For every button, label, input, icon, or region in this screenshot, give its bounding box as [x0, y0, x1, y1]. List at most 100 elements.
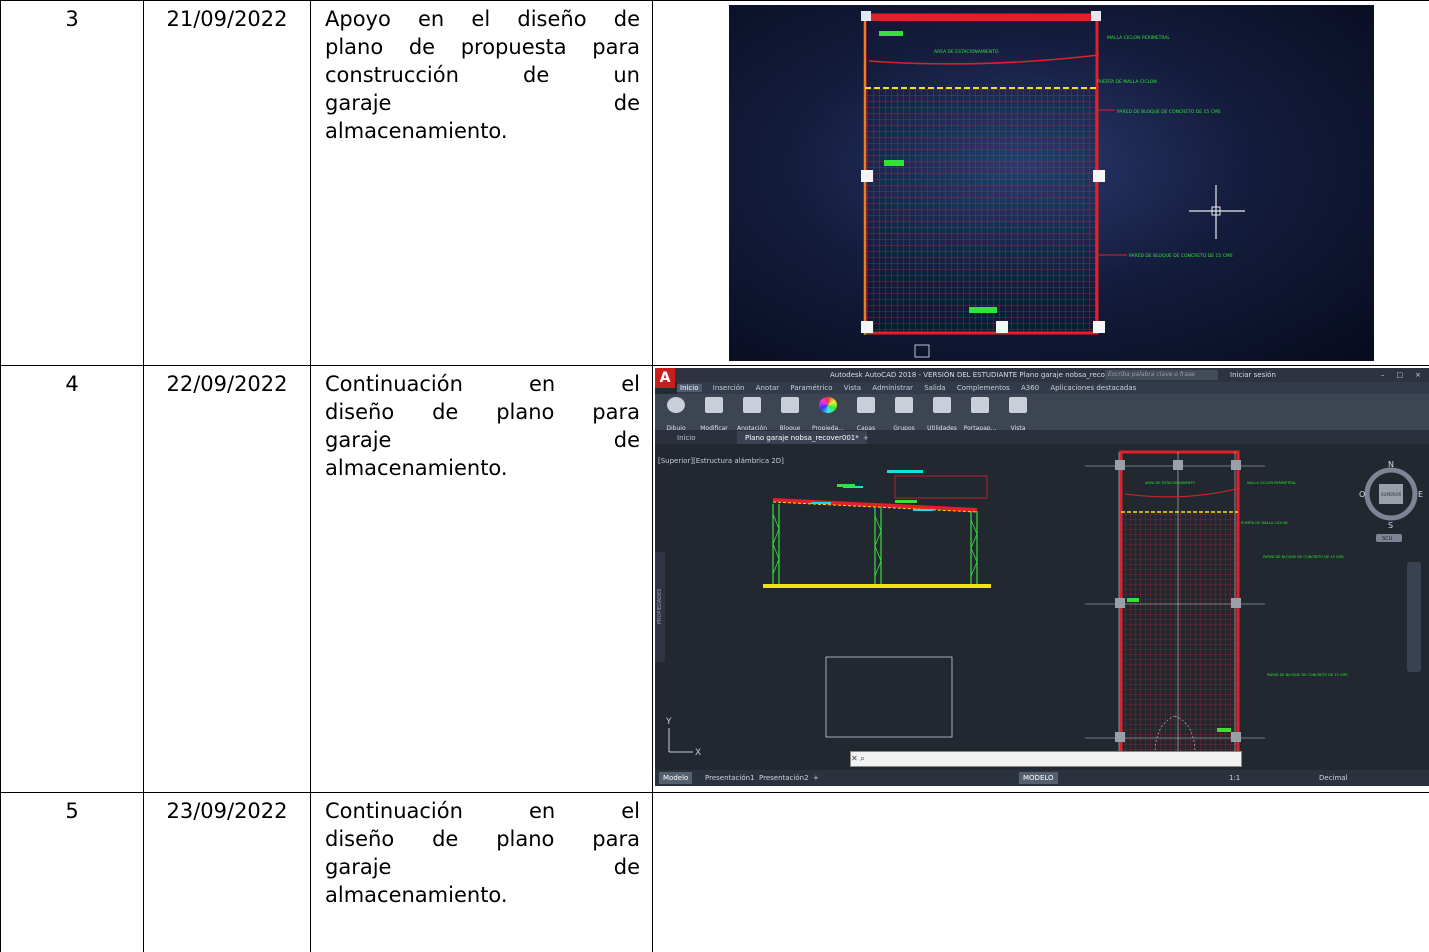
desc-line: diseño de plano para [325, 825, 640, 853]
row-description: Continuación en el diseño de plano para … [311, 793, 653, 952]
status-bar: Modelo Presentación1 Presentación2 + MOD… [655, 770, 1429, 786]
document-tabs: Inicio Plano garaje nobsa_recover001* + [655, 430, 1429, 444]
table-row: 5 23/09/2022 Continuación en el diseño d… [1, 793, 1429, 952]
vista-button[interactable]: Vista [999, 397, 1037, 429]
capas-button[interactable]: Capas [847, 397, 885, 429]
tab-aplicaciones[interactable]: Aplicaciones destacadas [1050, 384, 1136, 392]
propiedades-button[interactable]: Propieda... [809, 397, 847, 429]
desc-line: garaje de [325, 89, 640, 117]
tab-complementos[interactable]: Complementos [957, 384, 1010, 392]
tab-vista[interactable]: Vista [844, 384, 861, 392]
axis-x-label: X [695, 748, 701, 758]
garage-plan-photo-drawing: AREA DE ESTACIONAMIENTO MALLA CICLON PER… [729, 5, 1374, 361]
compass-west[interactable]: O [1359, 490, 1365, 499]
row-number: 3 [1, 1, 144, 366]
tab-presentacion2[interactable]: Presentación2 [755, 772, 813, 784]
add-layout-button[interactable]: + [809, 772, 823, 784]
viewcube-face[interactable]: SUPERIOR [1381, 492, 1402, 497]
modify-icon [705, 397, 723, 413]
view-icon [1009, 397, 1027, 413]
window-controls[interactable]: –□× [1381, 368, 1429, 382]
modificar-button[interactable]: Modificar [695, 397, 733, 429]
plan-label: PARED DE BLOQUE DE CONCRETO DE 15 CMS [1263, 555, 1344, 559]
table-row: 3 21/09/2022 Apoyo en el diseño de plano… [1, 1, 1429, 366]
desc-line: almacenamiento. [325, 454, 640, 482]
plan-photo: AREA DE ESTACIONAMIENTO MALLA CICLON PER… [729, 5, 1374, 361]
autocad-logo-icon[interactable]: A [655, 368, 675, 388]
properties-palette[interactable]: PROPIEDADES [657, 589, 663, 624]
plan-label: AREA DE ESTACIONAMIENTO [1145, 481, 1195, 485]
block-icon [781, 397, 799, 413]
new-tab-button[interactable]: + [855, 431, 877, 444]
plan-label: PUERTA DE MALLA CICLON [1241, 521, 1288, 525]
desc-line: construcción de un [325, 61, 640, 89]
tab-administrar[interactable]: Administrar [872, 384, 913, 392]
row-date: 22/09/2022 [144, 366, 311, 793]
color-wheel-icon [819, 397, 837, 413]
evidence-empty-cell [653, 793, 1429, 952]
window-title: Autodesk AutoCAD 2018 - VERSIÓN DEL ESTU… [830, 368, 1147, 382]
desc-line: almacenamiento. [325, 881, 640, 909]
doc-tab-inicio[interactable]: Inicio [669, 431, 704, 444]
desc-line: garaje de [325, 853, 640, 881]
search-input[interactable]: Escriba palabra clave o frase [1105, 370, 1218, 380]
clipboard-icon [971, 397, 989, 413]
portapapeles-button[interactable]: Portapap... [961, 397, 999, 429]
evidence-screenshot-cell: A Autodesk AutoCAD 2018 - VERSIÓN DEL ES… [653, 366, 1429, 793]
ucs-menu[interactable]: SCU [1382, 536, 1393, 542]
groups-icon [895, 397, 913, 413]
annotation-icon [743, 397, 761, 413]
model-space-toggle[interactable]: MODELO [1019, 772, 1058, 784]
dibujo-button[interactable]: Dibujo [657, 397, 695, 429]
desc-line: Continuación en el [325, 370, 640, 398]
drawing-area[interactable]: [Superior][Estructura alámbrica 2D] [655, 444, 1429, 770]
row-description: Continuación en el diseño de plano para … [311, 366, 653, 793]
plan-label: PARED DE BLOQUE DE CONCRETO DE 15 CMS [1117, 109, 1221, 115]
row-date: 21/09/2022 [144, 1, 311, 366]
plan-label: PUERTA DE MALLA CICLON [1097, 79, 1157, 85]
tab-insercion[interactable]: Inserción [713, 384, 745, 392]
row-number: 5 [1, 793, 144, 952]
autocad-screenshot: A Autodesk AutoCAD 2018 - VERSIÓN DEL ES… [655, 368, 1429, 786]
desc-line: almacenamiento. [325, 117, 640, 145]
desc-line: garaje de [325, 426, 640, 454]
row-description: Apoyo en el diseño de plano de propuesta… [311, 1, 653, 366]
desc-line: Apoyo en el diseño de [325, 5, 640, 33]
tab-anotar[interactable]: Anotar [756, 384, 779, 392]
row-number: 4 [1, 366, 144, 793]
anotacion-button[interactable]: Anotación [733, 397, 771, 429]
compass-north[interactable]: N [1388, 460, 1394, 469]
plan-label: PARED DE BLOQUE DE CONCRETO DE 15 CMS [1129, 253, 1233, 259]
command-close-icon[interactable]: ✕ ⌕ [851, 754, 865, 763]
annotation-scale[interactable]: 1:1 [1225, 772, 1244, 784]
units-select[interactable]: Decimal [1315, 772, 1352, 784]
tab-parametrico[interactable]: Paramétrico [790, 384, 832, 392]
doc-tab-plano[interactable]: Plano garaje nobsa_recover001* [737, 431, 867, 444]
tab-inicio[interactable]: Inicio [677, 384, 702, 392]
tab-modelo[interactable]: Modelo [659, 772, 692, 784]
layers-icon [857, 397, 875, 413]
row-date: 23/09/2022 [144, 793, 311, 952]
command-line[interactable]: ✕ ⌕ [850, 751, 1242, 767]
bloque-button[interactable]: Bloque [771, 397, 809, 429]
plan-label: PARED DE BLOQUE DE CONCRETO DE 15 CMS [1267, 673, 1348, 677]
calculator-icon [933, 397, 951, 413]
plan-label: MALLA CICLON PERIMETRAL [1247, 481, 1296, 485]
desc-line: plano de propuesta para [325, 33, 640, 61]
cad-drawing: AREA DE ESTACIONAMIENTO MALLA CICLON PER… [655, 444, 1429, 770]
grupos-button[interactable]: Grupos [885, 397, 923, 429]
login-button[interactable]: Iniciar sesión [1230, 368, 1276, 382]
tab-salida[interactable]: Salida [924, 384, 945, 392]
axis-y-label: Y [665, 717, 672, 727]
compass-east[interactable]: E [1418, 490, 1423, 499]
tab-presentacion1[interactable]: Presentación1 [701, 772, 759, 784]
evidence-photo-cell: AREA DE ESTACIONAMIENTO MALLA CICLON PER… [653, 1, 1429, 366]
ribbon-panel: Dibujo Modificar Anotación Bloque Propie… [655, 394, 1429, 431]
tab-a360[interactable]: A360 [1021, 384, 1039, 392]
desc-line: diseño de plano para [325, 398, 640, 426]
compass-south[interactable]: S [1388, 521, 1393, 530]
desc-line: Continuación en el [325, 797, 640, 825]
plan-label: MALLA CICLON PERIMETRAL [1107, 35, 1170, 41]
utilidades-button[interactable]: Utilidades [923, 397, 961, 429]
table-row: 4 22/09/2022 Continuación en el diseño d… [1, 366, 1429, 793]
